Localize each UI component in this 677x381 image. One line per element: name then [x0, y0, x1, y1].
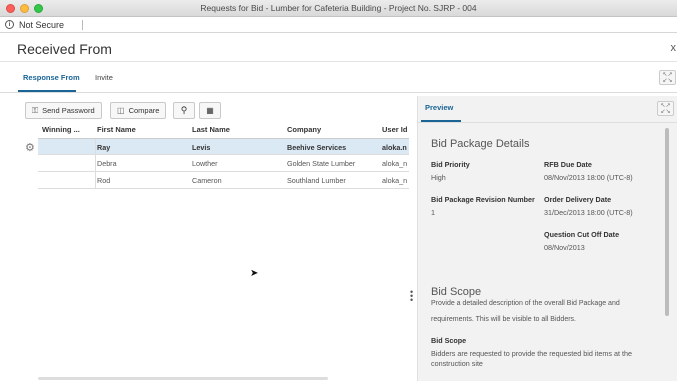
question-cutoff-date-label: Question Cut Off Date — [544, 230, 620, 239]
table-header: Winning ... First Name Last Name Company… — [23, 122, 409, 138]
address-bar[interactable]: i Not Secure — [0, 17, 677, 33]
send-password-button[interactable]: ⚿ Send Password — [25, 102, 102, 119]
revision-number-label: Bid Package Revision Number — [431, 195, 535, 204]
tab-preview[interactable]: Preview — [425, 103, 453, 112]
tab-response-from[interactable]: Response From — [23, 73, 80, 82]
window-title: Requests for Bid - Lumber for Cafeteria … — [200, 3, 477, 13]
column-header-last-name[interactable]: Last Name — [192, 125, 230, 134]
preview-panel: Preview ↖↗ ↙↘ Bid Package Details Bid Pri… — [417, 96, 677, 381]
order-delivery-date-label: Order Delivery Date — [544, 195, 612, 204]
bid-priority-label: Bid Priority — [431, 160, 470, 169]
table-cell-company: Southland Lumber — [287, 176, 346, 185]
order-delivery-date-value: 31/Dec/2013 18:00 (UTC-8) — [544, 208, 633, 217]
table-cell-user-id: aloka_n — [382, 176, 408, 185]
columns-icon: ▦ — [206, 106, 214, 115]
table-cell-first-name: Debra — [97, 159, 117, 168]
preview-tab-bar: Preview ↖↗ ↙↘ — [418, 96, 677, 123]
section-title-bid-package-details: Bid Package Details — [431, 138, 530, 150]
vertical-scrollbar[interactable] — [665, 128, 669, 316]
rfb-due-date-value: 08/Nov/2013 18:00 (UTC-8) — [544, 173, 633, 182]
table-cell-winning[interactable] — [38, 155, 96, 172]
active-tab-indicator — [421, 120, 461, 122]
compare-button[interactable]: ◫ Compare — [110, 102, 167, 119]
info-icon[interactable]: i — [5, 20, 14, 29]
table-cell-winning[interactable] — [38, 172, 96, 189]
compare-label: Compare — [128, 106, 160, 115]
table-cell-user-id: aloka_n — [382, 159, 408, 168]
column-header-user-id[interactable]: User Id — [382, 125, 407, 134]
active-tab-indicator — [18, 90, 76, 92]
table-cell-last-name: Lowther — [192, 159, 218, 168]
bid-scope-label: Bid Scope — [431, 336, 467, 345]
page-header: Received From x — [0, 34, 677, 62]
search-button[interactable]: ⚲ — [173, 102, 195, 119]
expand-icon[interactable]: ↖↗ ↙↘ — [657, 101, 674, 116]
bid-scope-value-1: Bidders are requested to provide the req… — [431, 349, 632, 358]
search-icon: ⚲ — [180, 105, 188, 115]
table-cell-first-name: Rod — [97, 176, 111, 185]
tab-invite[interactable]: Invite — [95, 73, 113, 82]
bid-scope-value-2: construction site — [431, 359, 483, 368]
table-cell-last-name: Levis — [192, 143, 211, 152]
rfb-due-date-label: RFB Due Date — [544, 160, 592, 169]
table-cell-last-name: Cameron — [192, 176, 222, 185]
close-icon[interactable]: x — [671, 42, 677, 54]
columns-button[interactable]: ▦ — [199, 102, 221, 119]
table-cell-company: Beehive Services — [287, 143, 347, 152]
tab-bar: Response From Invite ↖↗ ↙↘ — [0, 63, 677, 93]
column-header-first-name[interactable]: First Name — [97, 125, 136, 134]
table-row[interactable]: Rod Cameron Southland Lumber aloka_n — [38, 172, 409, 189]
window-titlebar: Requests for Bid - Lumber for Cafeteria … — [0, 0, 677, 17]
bid-priority-value: High — [431, 173, 446, 182]
divider — [82, 20, 83, 30]
revision-number-value: 1 — [431, 208, 435, 217]
table-cell-winning[interactable] — [38, 139, 96, 156]
question-cutoff-date-value: 08/Nov/2013 — [544, 243, 585, 252]
mouse-pointer-icon: ➤ — [250, 268, 259, 279]
bid-scope-description-1: Provide a detailed description of the ov… — [431, 300, 620, 307]
table-cell-user-id: aloka.n — [382, 143, 407, 152]
send-password-label: Send Password — [42, 106, 95, 115]
security-status: Not Secure — [19, 20, 65, 30]
section-title-bid-scope: Bid Scope — [431, 286, 482, 298]
table-cell-company: Golden State Lumber — [287, 159, 356, 168]
table-row[interactable]: Debra Lowther Golden State Lumber aloka_… — [38, 155, 409, 172]
key-icon: ⚿ — [32, 106, 39, 115]
table-cell-first-name: Ray — [97, 143, 111, 152]
gear-icon[interactable]: ⚙ — [25, 141, 35, 154]
table-row[interactable]: Ray Levis Beehive Services aloka.n — [38, 138, 409, 156]
column-header-winning[interactable]: Winning ... — [42, 125, 80, 134]
expand-icon[interactable]: ↖↗ ↙↘ — [659, 70, 676, 85]
horizontal-scrollbar[interactable] — [38, 377, 328, 380]
splitter-handle[interactable]: • • • — [410, 288, 415, 305]
column-header-company[interactable]: Company — [287, 125, 321, 134]
page-title: Received From — [17, 41, 112, 57]
compare-icon: ◫ — [117, 106, 125, 115]
bid-scope-description-2: requirements. This will be visible to al… — [431, 316, 576, 323]
